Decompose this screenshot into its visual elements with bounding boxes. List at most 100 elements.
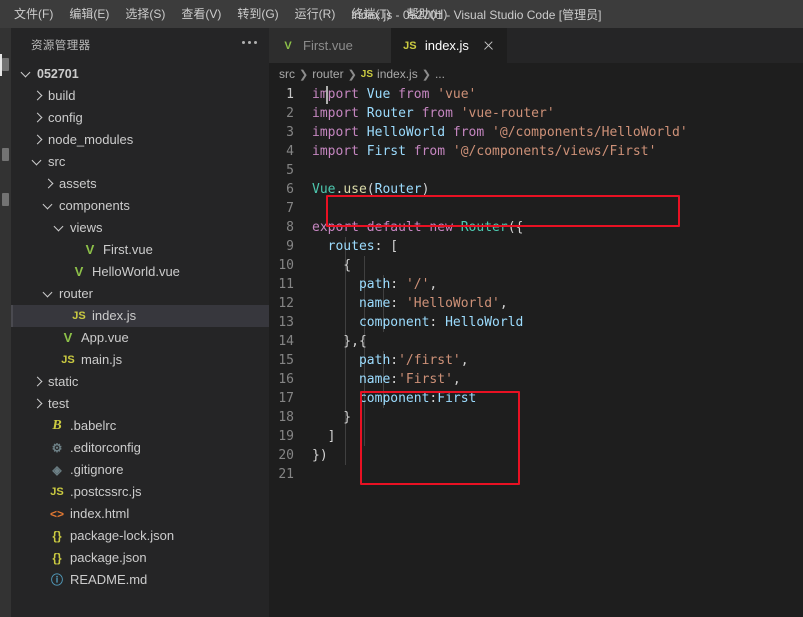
close-icon[interactable]: [481, 38, 497, 54]
menu-item-6[interactable]: 终端(T): [343, 3, 398, 25]
menu-item-1[interactable]: 编辑(E): [61, 3, 117, 25]
breadcrumb-item-2[interactable]: JS index.js: [361, 67, 418, 81]
chevron-down-icon[interactable]: [41, 286, 57, 302]
menu-item-2[interactable]: 选择(S): [117, 3, 173, 25]
line-content: name: 'HelloWorld',: [312, 294, 508, 313]
tree-file-readme.md[interactable]: ⓘ README.md: [11, 569, 269, 591]
tree-folder-assets[interactable]: assets: [11, 173, 269, 195]
code-token: component: [358, 315, 430, 330]
menu-item-3[interactable]: 查看(V): [173, 3, 229, 25]
code-line-6[interactable]: 6 Vue.use(Router): [269, 180, 803, 199]
tree-file-package-lock.json[interactable]: {} package-lock.json: [11, 525, 269, 547]
tree-file-app.vue[interactable]: V App.vue: [11, 327, 269, 349]
code-line-18[interactable]: 18 }: [269, 408, 803, 427]
code-line-2[interactable]: 2 import Router from 'vue-router': [269, 104, 803, 123]
line-number: 21: [278, 467, 294, 482]
chevron-down-icon[interactable]: [52, 220, 68, 236]
tree-folder-config[interactable]: config: [11, 107, 269, 129]
html-file-icon: <>: [49, 507, 64, 521]
chevron-right-icon[interactable]: [30, 110, 46, 126]
code-line-20[interactable]: 20}): [269, 446, 803, 465]
tree-file-package.json[interactable]: {} package.json: [11, 547, 269, 569]
code-line-12[interactable]: 12 name: 'HelloWorld',: [269, 294, 803, 313]
chevron-right-icon[interactable]: [30, 88, 46, 104]
gear-file-icon: ⚙: [51, 441, 63, 455]
breadcrumb-item-0[interactable]: src: [279, 67, 295, 81]
search-icon[interactable]: [2, 148, 9, 161]
tree-folder-build[interactable]: build: [11, 85, 269, 107]
code-line-16[interactable]: 16 name:'First',: [269, 370, 803, 389]
menu-item-4[interactable]: 转到(G): [229, 3, 286, 25]
tree-file-index.js[interactable]: JS index.js: [11, 305, 269, 327]
tree-item-label: .gitignore: [70, 462, 124, 477]
tree-folder-src[interactable]: src: [11, 151, 269, 173]
tree-item-label: package-lock.json: [70, 528, 175, 543]
code-line-17[interactable]: 17 component:First: [269, 389, 803, 408]
code-line-15[interactable]: 15 path:'/first',: [269, 351, 803, 370]
tree-item-label: .editorconfig: [70, 440, 141, 455]
code-line-7[interactable]: 7: [269, 199, 803, 218]
breadcrumb-item-3[interactable]: ...: [435, 67, 445, 81]
tree-file-first.vue[interactable]: V First.vue: [11, 239, 269, 261]
source-control-icon[interactable]: [2, 193, 9, 206]
chevron-right-icon[interactable]: [41, 176, 57, 192]
line-content: import Router from 'vue-router': [312, 104, 555, 123]
tree-folder-views[interactable]: views: [11, 217, 269, 239]
activity-bar[interactable]: [0, 28, 11, 617]
breadcrumb[interactable]: src ❯ router ❯ JS index.js ❯...: [269, 63, 803, 85]
chevron-down-icon[interactable]: [30, 154, 46, 170]
chevron-right-icon[interactable]: [30, 132, 46, 148]
tree-folder-router[interactable]: router: [11, 283, 269, 305]
code-line-5[interactable]: 5: [269, 161, 803, 180]
code-line-21[interactable]: 21: [269, 465, 803, 484]
json-file-icon: {}: [52, 551, 62, 565]
code-token: 'HelloWorld': [405, 296, 500, 311]
code-line-10[interactable]: 10 {: [269, 256, 803, 275]
code-token: import: [312, 144, 359, 159]
breadcrumb-item-1[interactable]: router: [312, 67, 343, 81]
line-number: 17: [278, 391, 294, 406]
tree-file-main.js[interactable]: JS main.js: [11, 349, 269, 371]
tree-folder-components[interactable]: components: [11, 195, 269, 217]
chevron-right-icon[interactable]: [30, 374, 46, 390]
code-token: 'vue-router': [460, 106, 555, 121]
tree-file-.gitignore[interactable]: ◈ .gitignore: [11, 459, 269, 481]
chevron-down-icon[interactable]: [19, 66, 35, 82]
menu-item-0[interactable]: 文件(F): [6, 3, 61, 25]
editor-tab-index-js[interactable]: JS index.js: [390, 28, 507, 63]
code-line-11[interactable]: 11 path: '/',: [269, 275, 803, 294]
tree-file-.babelrc[interactable]: B .babelrc: [11, 415, 269, 437]
code-line-19[interactable]: 19 ]: [269, 427, 803, 446]
code-line-9[interactable]: 9 routes: [: [269, 237, 803, 256]
tree-file-.editorconfig[interactable]: ⚙ .editorconfig: [11, 437, 269, 459]
tree-file-index.html[interactable]: <> index.html: [11, 503, 269, 525]
chevron-right-icon[interactable]: [30, 396, 46, 412]
menu-item-7[interactable]: 帮助(H): [399, 3, 456, 25]
code-token: name: [358, 372, 391, 387]
code-token: Router: [460, 220, 508, 235]
tree-file-helloworld.vue[interactable]: V HelloWorld.vue: [11, 261, 269, 283]
code-editor[interactable]: 1 import Vue from 'vue' 2 import Router fro…: [269, 85, 803, 617]
chevron-down-icon[interactable]: [41, 198, 57, 214]
editor-tab-first-vue[interactable]: V First.vue: [269, 28, 391, 63]
code-line-1[interactable]: 1 import Vue from 'vue': [269, 85, 803, 104]
code-line-3[interactable]: 3 import HelloWorld from '@/components/He…: [269, 123, 803, 142]
tree-folder-static[interactable]: static: [11, 371, 269, 393]
tree-file-.postcssrc.js[interactable]: JS .postcssrc.js: [11, 481, 269, 503]
tree-folder-test[interactable]: test: [11, 393, 269, 415]
tree-folder-node-modules[interactable]: node_modules: [11, 129, 269, 151]
code-line-13[interactable]: 13 component: HelloWorld: [269, 313, 803, 332]
tree-folder-052701[interactable]: 052701: [11, 63, 269, 85]
more-actions-icon[interactable]: [242, 41, 257, 48]
explorer-icon[interactable]: [2, 58, 9, 71]
code-line-14[interactable]: 14 },{: [269, 332, 803, 351]
code-line-8[interactable]: 8 export default new Router({: [269, 218, 803, 237]
code-token: '/first': [398, 353, 461, 368]
code-line-4[interactable]: 4 import First from '@/components/views/F…: [269, 142, 803, 161]
menu-item-5[interactable]: 运行(R): [287, 3, 344, 25]
